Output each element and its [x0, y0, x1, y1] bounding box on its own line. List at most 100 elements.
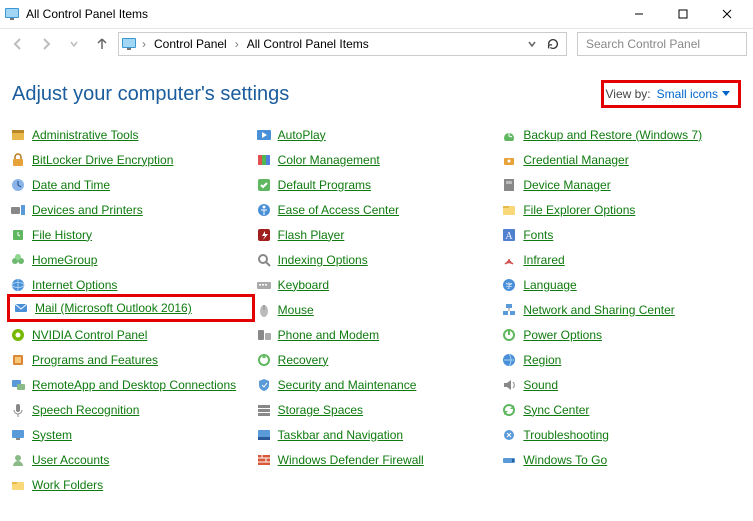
history-chevron-icon[interactable]	[524, 39, 540, 49]
mouse-icon	[256, 302, 272, 318]
control-panel-item[interactable]: Mail (Microsoft Outlook 2016)	[7, 294, 255, 322]
breadcrumb-root[interactable]: Control Panel	[151, 37, 230, 51]
item-label: Flash Player	[278, 228, 345, 242]
control-panel-item[interactable]: Keyboard	[256, 272, 498, 297]
recent-locations-button[interactable]	[62, 32, 86, 56]
control-panel-item[interactable]: Taskbar and Navigation	[256, 422, 498, 447]
color-icon	[256, 152, 272, 168]
defaults-icon	[256, 177, 272, 193]
control-panel-item[interactable]: BitLocker Drive Encryption	[10, 147, 252, 172]
control-panel-icon	[121, 36, 137, 52]
control-panel-item[interactable]: Windows Defender Firewall	[256, 447, 498, 472]
control-panel-item[interactable]: Device Manager	[501, 172, 743, 197]
refresh-button[interactable]	[542, 33, 564, 55]
item-label: Recovery	[278, 353, 329, 367]
item-label: Security and Maintenance	[278, 378, 417, 392]
power-icon	[501, 327, 517, 343]
users-icon	[10, 452, 26, 468]
control-panel-item[interactable]: Ease of Access Center	[256, 197, 498, 222]
recovery-icon	[256, 352, 272, 368]
control-panel-item[interactable]: Sync Center	[501, 397, 743, 422]
control-panel-item[interactable]: Credential Manager	[501, 147, 743, 172]
control-panel-icon	[4, 6, 20, 22]
item-label: Ease of Access Center	[278, 203, 399, 217]
internet-icon	[10, 277, 26, 293]
control-panel-item[interactable]: Devices and Printers	[10, 197, 252, 222]
maximize-button[interactable]	[661, 2, 705, 26]
control-panel-item[interactable]: Region	[501, 347, 743, 372]
close-button[interactable]	[705, 2, 749, 26]
item-label: Language	[523, 278, 576, 292]
control-panel-item[interactable]: Mouse	[256, 297, 498, 322]
control-panel-item[interactable]: Speech Recognition	[10, 397, 252, 422]
troubleshoot-icon	[501, 427, 517, 443]
item-label: Keyboard	[278, 278, 329, 292]
control-panel-item[interactable]: Recovery	[256, 347, 498, 372]
control-panel-item[interactable]: Date and Time	[10, 172, 252, 197]
flash-icon	[256, 227, 272, 243]
search-box[interactable]	[577, 32, 747, 56]
control-panel-item[interactable]: System	[10, 422, 252, 447]
control-panel-item[interactable]: Infrared	[501, 247, 743, 272]
control-panel-item[interactable]: File History	[10, 222, 252, 247]
programs-icon	[10, 352, 26, 368]
item-label: Mail (Microsoft Outlook 2016)	[35, 301, 192, 315]
item-label: HomeGroup	[32, 253, 97, 267]
control-panel-item[interactable]: Backup and Restore (Windows 7)	[501, 122, 743, 147]
chevron-right-icon[interactable]: ›	[232, 37, 242, 51]
control-panel-item[interactable]: Phone and Modem	[256, 322, 498, 347]
control-panel-item[interactable]: Programs and Features	[10, 347, 252, 372]
item-label: Fonts	[523, 228, 553, 242]
chevron-down-icon	[722, 91, 730, 97]
up-button[interactable]	[90, 32, 114, 56]
minimize-button[interactable]	[617, 2, 661, 26]
control-panel-item[interactable]: Flash Player	[256, 222, 498, 247]
sound-icon	[501, 377, 517, 393]
item-label: Device Manager	[523, 178, 610, 192]
chevron-right-icon[interactable]: ›	[139, 37, 149, 51]
control-panel-item[interactable]: AutoPlay	[256, 122, 498, 147]
item-label: Speech Recognition	[32, 403, 139, 417]
item-label: Network and Sharing Center	[523, 303, 674, 317]
control-panel-item[interactable]: Administrative Tools	[10, 122, 252, 147]
address-bar[interactable]: › Control Panel › All Control Panel Item…	[118, 32, 567, 56]
control-panel-item[interactable]: RemoteApp and Desktop Connections	[10, 372, 252, 397]
control-panel-item[interactable]: Storage Spaces	[256, 397, 498, 422]
item-label: BitLocker Drive Encryption	[32, 153, 173, 167]
remote-icon	[10, 377, 26, 393]
search-input[interactable]	[584, 36, 740, 52]
back-button[interactable]	[6, 32, 30, 56]
control-panel-item[interactable]: User Accounts	[10, 447, 252, 472]
item-label: User Accounts	[32, 453, 109, 467]
explorer-icon	[501, 202, 517, 218]
control-panel-item[interactable]: NVIDIA Control Panel	[10, 322, 252, 347]
control-panel-item[interactable]: Indexing Options	[256, 247, 498, 272]
control-panel-item[interactable]: File Explorer Options	[501, 197, 743, 222]
control-panel-item[interactable]: Windows To Go	[501, 447, 743, 472]
viewby-dropdown[interactable]: Small icons	[657, 87, 730, 101]
item-label: Default Programs	[278, 178, 371, 192]
control-panel-item[interactable]: Color Management	[256, 147, 498, 172]
control-panel-item[interactable]: Sound	[501, 372, 743, 397]
control-panel-item[interactable]: AFonts	[501, 222, 743, 247]
breadcrumb-current[interactable]: All Control Panel Items	[244, 37, 372, 51]
control-panel-item[interactable]: Work Folders	[10, 472, 252, 497]
control-panel-item[interactable]: Security and Maintenance	[256, 372, 498, 397]
nvidia-icon	[10, 327, 26, 343]
control-panel-item[interactable]: Power Options	[501, 322, 743, 347]
viewby-highlight: View by: Small icons	[601, 80, 742, 108]
keyboard-icon	[256, 277, 272, 293]
control-panel-item[interactable]: Default Programs	[256, 172, 498, 197]
control-panel-item[interactable]: Troubleshooting	[501, 422, 743, 447]
item-label: Infrared	[523, 253, 564, 267]
forward-button[interactable]	[34, 32, 58, 56]
control-panel-item[interactable]: Network and Sharing Center	[501, 297, 743, 322]
admin-icon	[10, 127, 26, 143]
control-panel-item[interactable]: 字Language	[501, 272, 743, 297]
items-grid: Administrative ToolsAutoPlayBackup and R…	[0, 116, 753, 503]
control-panel-item[interactable]: HomeGroup	[10, 247, 252, 272]
item-label: Phone and Modem	[278, 328, 379, 342]
phone-icon	[256, 327, 272, 343]
item-label: Windows Defender Firewall	[278, 453, 424, 467]
credential-icon	[501, 152, 517, 168]
